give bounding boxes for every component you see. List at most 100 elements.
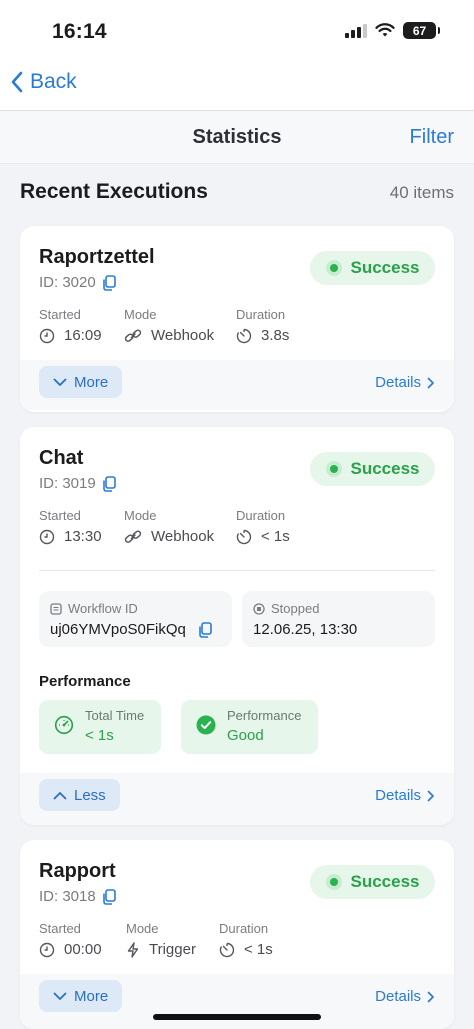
- stop-icon: [253, 602, 265, 615]
- chevron-down-icon: [53, 378, 67, 386]
- status-badge: Success: [310, 865, 435, 899]
- workflow-id-box: Workflow ID uj06YMVpoS0FikQq: [39, 591, 232, 647]
- performance-value: Good: [227, 727, 264, 744]
- meta-started: Started 00:00: [39, 921, 102, 958]
- execution-name: Chat: [39, 447, 84, 469]
- less-button[interactable]: Less: [39, 779, 120, 811]
- status-time: 16:14: [52, 20, 107, 43]
- duration-value: 3.8s: [261, 327, 290, 344]
- less-label: Less: [74, 786, 106, 804]
- stopped-label-text: Stopped: [271, 601, 320, 616]
- meta-value: 16:09: [39, 327, 102, 344]
- page-title: Statistics: [192, 126, 282, 148]
- link-icon: [124, 328, 142, 342]
- execution-id: ID: 3018: [39, 888, 116, 905]
- total-time-box: Total Time < 1s: [39, 700, 161, 754]
- execution-id-text: ID: 3018: [39, 888, 96, 905]
- wifi-icon: [375, 23, 395, 37]
- more-button[interactable]: More: [39, 366, 123, 398]
- meta-duration: Duration 3.8s: [236, 307, 289, 344]
- status-dot-icon: [325, 260, 342, 276]
- meta-value: < 1s: [236, 528, 290, 545]
- meta-label: Duration: [219, 921, 269, 936]
- duration-value: < 1s: [244, 941, 273, 958]
- section-header: Recent Executions 40 items: [20, 180, 454, 210]
- meta-label: Mode: [124, 307, 157, 322]
- mode-value: Webhook: [151, 327, 215, 344]
- meta-mode: Mode Trigger: [126, 921, 196, 958]
- meta-label: Mode: [124, 508, 157, 523]
- total-time-value: < 1s: [85, 727, 114, 744]
- details-link[interactable]: Details: [375, 988, 435, 1005]
- card-footer: More Details: [20, 360, 454, 410]
- back-label: Back: [30, 70, 77, 93]
- meta-label: Mode: [126, 921, 159, 936]
- battery-icon: 67: [403, 22, 440, 39]
- started-value: 13:30: [64, 528, 102, 545]
- meta-value: 00:00: [39, 941, 102, 958]
- meta-mode: Mode Webhook: [124, 508, 214, 545]
- meta-value: Webhook: [124, 528, 214, 545]
- section-title: Recent Executions: [20, 180, 208, 203]
- filter-button[interactable]: Filter: [410, 126, 454, 149]
- details-label: Details: [375, 988, 421, 1005]
- more-label: More: [74, 373, 109, 391]
- meta-mode: Mode Webhook: [124, 307, 214, 344]
- meta-value: < 1s: [219, 941, 273, 958]
- mode-value: Webhook: [151, 528, 215, 545]
- chevron-up-icon: [53, 791, 67, 799]
- clock-icon: [39, 942, 55, 957]
- meta-value: Trigger: [126, 941, 196, 958]
- details-link[interactable]: Details: [375, 787, 435, 804]
- details-label: Details: [375, 787, 421, 804]
- execution-card[interactable]: Chat ID: 3019 Success Started 13:30 Mode…: [20, 427, 454, 825]
- execution-id-text: ID: 3020: [39, 274, 96, 291]
- meta-value: 3.8s: [236, 327, 289, 344]
- workflow-id-label-text: Workflow ID: [68, 601, 138, 616]
- copy-icon[interactable]: [102, 274, 116, 291]
- execution-card[interactable]: Raportzettel ID: 3020 Success Started 16…: [20, 226, 454, 412]
- bolt-icon: [127, 941, 139, 958]
- started-value: 00:00: [64, 941, 102, 958]
- chevron-left-icon: [11, 71, 23, 93]
- status-badge: Success: [310, 251, 435, 285]
- meta-label: Started: [39, 307, 81, 322]
- status-text: Success: [350, 459, 420, 478]
- more-button[interactable]: More: [39, 980, 123, 1012]
- document-icon: [50, 602, 62, 615]
- link-icon: [124, 529, 142, 543]
- timer-icon: [236, 328, 252, 343]
- cellular-signal-icon: [345, 23, 367, 38]
- execution-id-text: ID: 3019: [39, 475, 96, 492]
- copy-icon[interactable]: [102, 888, 116, 905]
- timer-icon: [236, 529, 252, 544]
- timer-icon: [219, 942, 235, 957]
- status-bar: 16:14 67: [0, 0, 474, 62]
- copy-icon[interactable]: [102, 475, 116, 492]
- total-time-label: Total Time: [85, 708, 145, 723]
- speedometer-icon: [54, 715, 74, 735]
- details-label: Details: [375, 374, 421, 391]
- card-footer: More Details: [20, 974, 454, 1029]
- details-link[interactable]: Details: [375, 374, 435, 391]
- performance-label: Performance: [227, 708, 302, 723]
- execution-name: Rapport: [39, 860, 116, 882]
- battery-level: 67: [412, 23, 427, 38]
- meta-duration: Duration < 1s: [236, 508, 290, 545]
- execution-id: ID: 3019: [39, 475, 116, 492]
- divider: [39, 570, 435, 571]
- execution-id: ID: 3020: [39, 274, 116, 291]
- checkmark-circle-icon: [196, 715, 216, 735]
- status-dot-icon: [325, 874, 342, 890]
- home-indicator[interactable]: [153, 1014, 321, 1020]
- nav-bar: Back: [0, 62, 474, 110]
- chevron-right-icon: [427, 991, 434, 1002]
- workflow-id-value: uj06YMVpoS0FikQq: [50, 621, 212, 638]
- stopped-box: Stopped 12.06.25, 13:30: [242, 591, 435, 647]
- workflow-id-text: uj06YMVpoS0FikQq: [50, 621, 186, 638]
- meta-started: Started 16:09: [39, 307, 102, 344]
- execution-card[interactable]: Rapport ID: 3018 Success Started 00:00 M…: [20, 840, 454, 1029]
- copy-icon[interactable]: [198, 621, 212, 638]
- meta-duration: Duration < 1s: [219, 921, 273, 958]
- back-button[interactable]: Back: [10, 70, 77, 94]
